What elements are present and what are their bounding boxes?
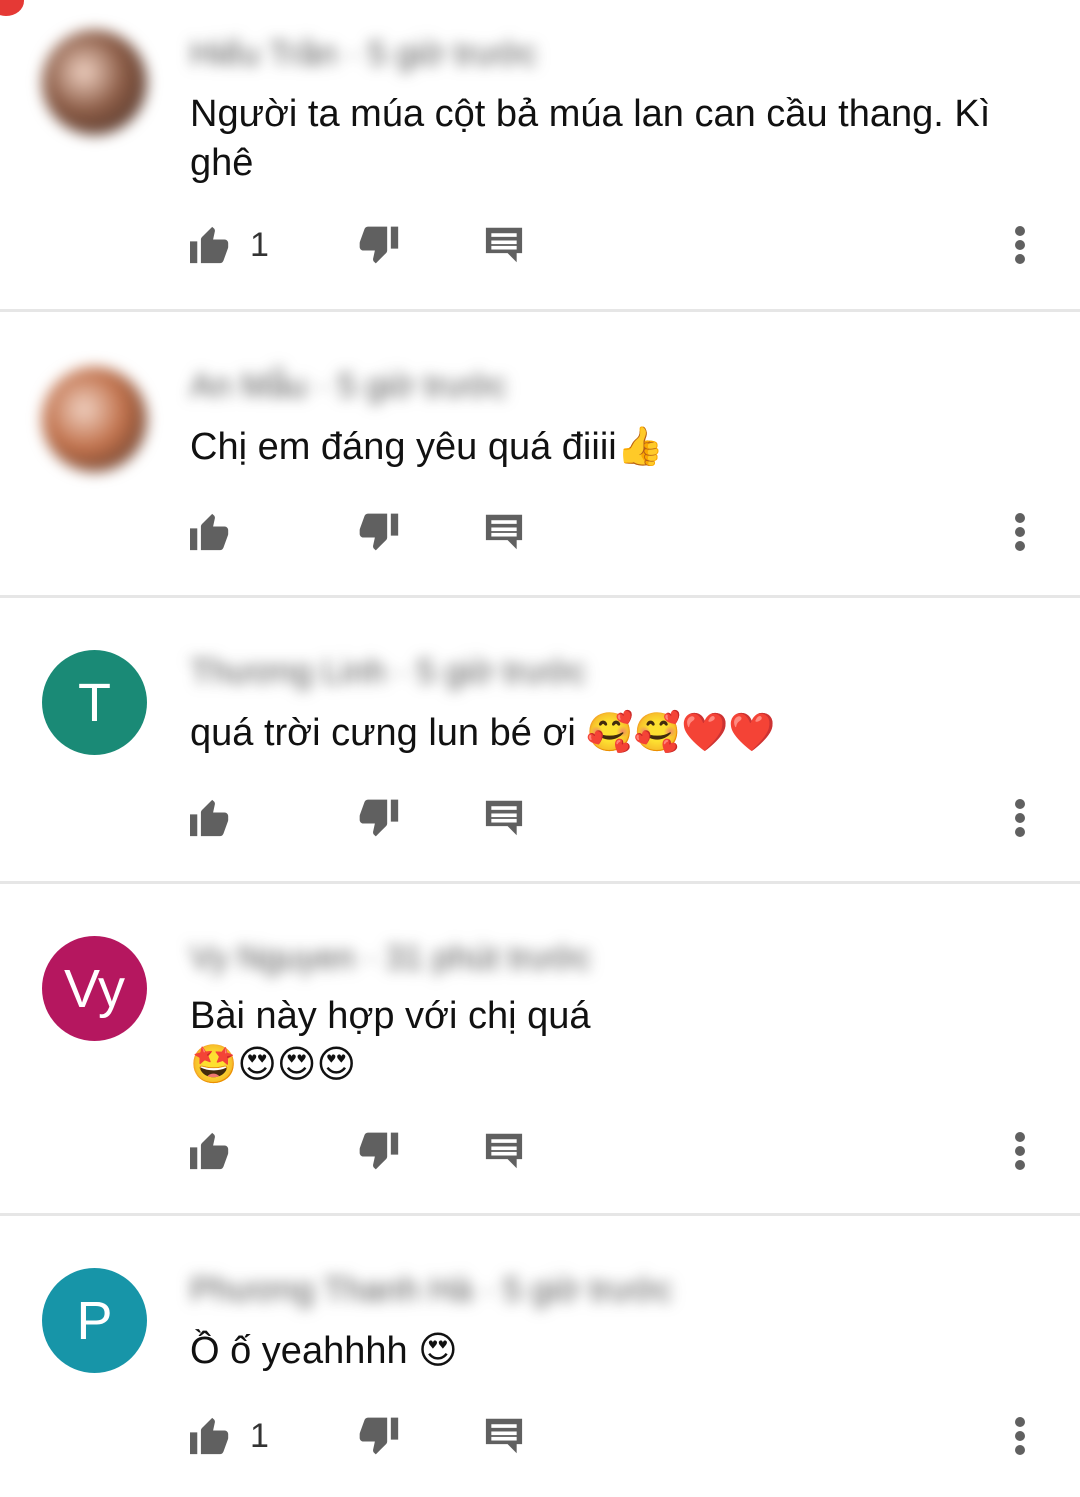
more-vert-icon bbox=[1014, 512, 1026, 552]
thumb-up-icon bbox=[188, 512, 232, 552]
reply-button[interactable] bbox=[484, 1126, 524, 1176]
comment-text: quá trời cưng lun bé ơi 🥰🥰❤️❤️ bbox=[190, 708, 1040, 757]
avatar-letter: T bbox=[78, 672, 111, 733]
avatar[interactable]: T bbox=[42, 650, 147, 755]
more-options-button[interactable] bbox=[1014, 1126, 1026, 1176]
comment-author[interactable]: An Mẫu · 5 giờ trước bbox=[190, 367, 507, 407]
comment-text-body: Người ta múa cột bả múa lan can cầu than… bbox=[190, 93, 991, 184]
avatar[interactable]: P bbox=[42, 1268, 147, 1373]
more-vert-icon bbox=[1014, 1416, 1026, 1456]
comment-text: Chị em đáng yêu quá điiii👍 bbox=[190, 422, 1040, 471]
dislike-button[interactable] bbox=[356, 793, 400, 843]
like-button[interactable]: 1 bbox=[188, 220, 269, 270]
comment-author[interactable]: Thương Linh · 5 giờ trước bbox=[190, 653, 586, 693]
more-vert-icon bbox=[1014, 1131, 1026, 1171]
comment-text: Người ta múa cột bả múa lan can cầu than… bbox=[190, 90, 1040, 187]
comment-item: T Thương Linh · 5 giờ trước quá trời cưn… bbox=[0, 598, 1080, 884]
comment-emoji: 👍 bbox=[616, 424, 665, 468]
like-count: 1 bbox=[250, 1416, 269, 1455]
comment-actions: 1 bbox=[0, 220, 1080, 270]
comment-actions bbox=[0, 793, 1080, 843]
thumb-down-icon bbox=[356, 797, 400, 839]
comment-actions bbox=[0, 1126, 1080, 1176]
comment-text-body: Chị em đáng yêu quá điiii bbox=[190, 426, 617, 468]
more-options-button[interactable] bbox=[1014, 507, 1026, 557]
comment-item: Vy Vy Nguyen · 31 phút trước Bài này hợp… bbox=[0, 884, 1080, 1216]
avatar[interactable]: Vy bbox=[42, 936, 147, 1041]
more-options-button[interactable] bbox=[1014, 793, 1026, 843]
like-button[interactable]: 1 bbox=[188, 1411, 269, 1461]
comment-author[interactable]: Phương Thanh Hà · 5 giờ trước bbox=[190, 1271, 672, 1311]
avatar-letter: Vy bbox=[63, 958, 125, 1019]
thumb-down-icon bbox=[356, 224, 400, 266]
thumb-up-icon bbox=[188, 798, 232, 838]
comment-author[interactable]: Hiếu Trần · 5 giờ trước bbox=[190, 35, 537, 75]
thumb-down-icon bbox=[356, 1130, 400, 1172]
comment-actions: 1 bbox=[0, 1411, 1080, 1461]
thumb-up-icon bbox=[188, 225, 232, 265]
thumb-up-icon bbox=[188, 1131, 232, 1171]
comment-item: Hiếu Trần · 5 giờ trước Người ta múa cột… bbox=[0, 0, 1080, 312]
comment-item: P Phương Thanh Hà · 5 giờ trước Ồ ố yeah… bbox=[0, 1216, 1080, 1497]
dislike-button[interactable] bbox=[356, 220, 400, 270]
comment-emoji: 🤩😍😍😍 bbox=[190, 1042, 357, 1086]
reply-icon bbox=[484, 799, 524, 837]
comment-text: Ồ ố yeahhhh 😍 bbox=[190, 1326, 1040, 1375]
reply-button[interactable] bbox=[484, 220, 524, 270]
comment-emoji: 🥰🥰❤️❤️ bbox=[586, 710, 776, 754]
dislike-button[interactable] bbox=[356, 1411, 400, 1461]
like-button[interactable] bbox=[188, 793, 250, 843]
reply-icon bbox=[484, 1132, 524, 1170]
reply-button[interactable] bbox=[484, 793, 524, 843]
reply-icon bbox=[484, 513, 524, 551]
like-button[interactable] bbox=[188, 507, 250, 557]
more-vert-icon bbox=[1014, 798, 1026, 838]
more-vert-icon bbox=[1014, 225, 1026, 265]
comment-text-body: quá trời cưng lun bé ơi bbox=[190, 712, 587, 754]
reply-icon bbox=[484, 226, 524, 264]
thumb-down-icon bbox=[356, 511, 400, 553]
comment-text-body: Bài này hợp với chị quá bbox=[190, 995, 591, 1037]
comment-item: An Mẫu · 5 giờ trước Chị em đáng yêu quá… bbox=[0, 312, 1080, 598]
more-options-button[interactable] bbox=[1014, 220, 1026, 270]
thumb-down-icon bbox=[356, 1415, 400, 1457]
dislike-button[interactable] bbox=[356, 1126, 400, 1176]
comment-author[interactable]: Vy Nguyen · 31 phút trước bbox=[190, 939, 591, 979]
more-options-button[interactable] bbox=[1014, 1411, 1026, 1461]
dislike-button[interactable] bbox=[356, 507, 400, 557]
like-count: 1 bbox=[250, 225, 269, 264]
reply-icon bbox=[484, 1417, 524, 1455]
like-button[interactable] bbox=[188, 1126, 250, 1176]
comment-actions bbox=[0, 507, 1080, 557]
reply-button[interactable] bbox=[484, 1411, 524, 1461]
reply-button[interactable] bbox=[484, 507, 524, 557]
avatar[interactable] bbox=[42, 367, 147, 472]
comments-page: Hiếu Trần · 5 giờ trước Người ta múa cột… bbox=[0, 0, 1080, 1497]
comment-text: Bài này hợp với chị quá 🤩😍😍😍 bbox=[190, 992, 610, 1089]
thumb-up-icon bbox=[188, 1416, 232, 1456]
comment-text-body: Ồ ố yeahhhh bbox=[190, 1330, 419, 1372]
avatar-letter: P bbox=[76, 1290, 113, 1351]
avatar[interactable] bbox=[42, 30, 147, 135]
comment-emoji: 😍 bbox=[418, 1328, 458, 1372]
